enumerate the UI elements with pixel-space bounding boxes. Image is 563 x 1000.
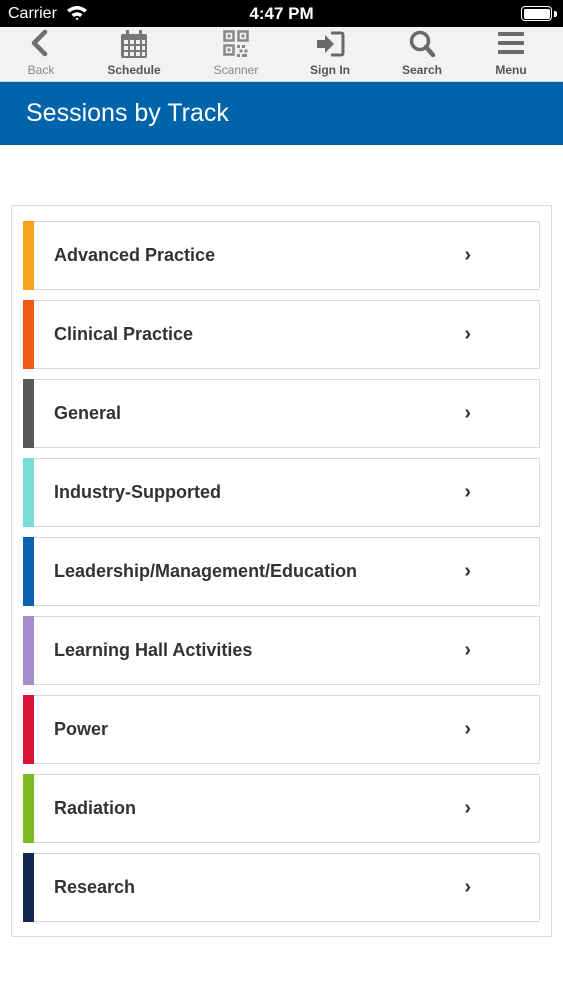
- page-title: Sessions by Track: [26, 99, 229, 127]
- scanner-button[interactable]: Scanner: [207, 27, 265, 82]
- chevron-right-icon: ›: [464, 244, 471, 266]
- chevron-right-icon: ›: [464, 718, 471, 740]
- track-label: Power: [54, 719, 109, 739]
- back-label: Back: [27, 63, 55, 77]
- track-label: Clinical Practice: [54, 324, 194, 344]
- track-color-bar: [23, 616, 34, 685]
- track-item-leadership-management-education[interactable]: Leadership/Management/Education ›: [23, 537, 540, 606]
- battery-icon: [521, 6, 552, 21]
- track-color-bar: [23, 695, 34, 764]
- track-item-clinical-practice[interactable]: Clinical Practice ›: [23, 300, 540, 369]
- menu-button[interactable]: Menu: [486, 27, 536, 82]
- chevron-right-icon: ›: [464, 323, 471, 345]
- search-button[interactable]: Search: [397, 27, 447, 82]
- track-label: Industry-Supported: [54, 482, 221, 502]
- back-button[interactable]: Back: [21, 27, 61, 82]
- chevron-right-icon: ›: [464, 481, 471, 503]
- track-color-bar: [23, 300, 34, 369]
- track-color-bar: [23, 537, 34, 606]
- track-label: Radiation: [54, 798, 137, 818]
- chevron-right-icon: ›: [464, 797, 471, 819]
- sign-in-icon: [317, 31, 345, 57]
- top-toolbar: Back Schedule Scanner Sign In Search Men…: [0, 27, 563, 82]
- track-color-bar: [23, 853, 34, 922]
- track-list-panel: Advanced Practice › Clinical Practice › …: [11, 205, 552, 937]
- qr-code-icon: [223, 30, 249, 57]
- track-color-bar: [23, 458, 34, 527]
- schedule-button[interactable]: Schedule: [101, 27, 167, 82]
- chevron-right-icon: ›: [464, 639, 471, 661]
- track-label: Advanced Practice: [54, 245, 216, 265]
- chevron-right-icon: ›: [464, 402, 471, 424]
- menu-label: Menu: [495, 63, 527, 77]
- track-item-general[interactable]: General ›: [23, 379, 540, 448]
- battery-tip: [554, 11, 557, 17]
- hamburger-menu-icon: [498, 32, 524, 54]
- track-item-radiation[interactable]: Radiation ›: [23, 774, 540, 843]
- track-label: General: [54, 403, 122, 423]
- track-item-learning-hall-activities[interactable]: Learning Hall Activities ›: [23, 616, 540, 685]
- sign-in-label: Sign In: [310, 63, 350, 77]
- search-label: Search: [401, 63, 443, 77]
- chevron-right-icon: ›: [464, 560, 471, 582]
- status-bar: Carrier 4:47 PM: [0, 0, 563, 27]
- track-color-bar: [23, 774, 34, 843]
- track-label: Research: [54, 877, 136, 897]
- track-item-industry-supported[interactable]: Industry-Supported ›: [23, 458, 540, 527]
- track-item-research[interactable]: Research ›: [23, 853, 540, 922]
- clock: 4:47 PM: [249, 4, 314, 23]
- track-color-bar: [23, 221, 34, 290]
- track-color-bar: [23, 379, 34, 448]
- track-label: Leadership/Management/Education: [54, 561, 358, 581]
- track-label: Learning Hall Activities: [54, 640, 253, 660]
- calendar-icon: [121, 30, 147, 58]
- scanner-label: Scanner: [213, 63, 259, 77]
- track-item-advanced-practice[interactable]: Advanced Practice ›: [23, 221, 540, 290]
- chevron-left-icon: [31, 29, 48, 57]
- schedule-label: Schedule: [107, 63, 161, 77]
- chevron-right-icon: ›: [464, 876, 471, 898]
- search-icon: [409, 30, 436, 58]
- track-item-power[interactable]: Power ›: [23, 695, 540, 764]
- sign-in-button[interactable]: Sign In: [305, 27, 355, 82]
- title-bar: Sessions by Track: [0, 82, 563, 145]
